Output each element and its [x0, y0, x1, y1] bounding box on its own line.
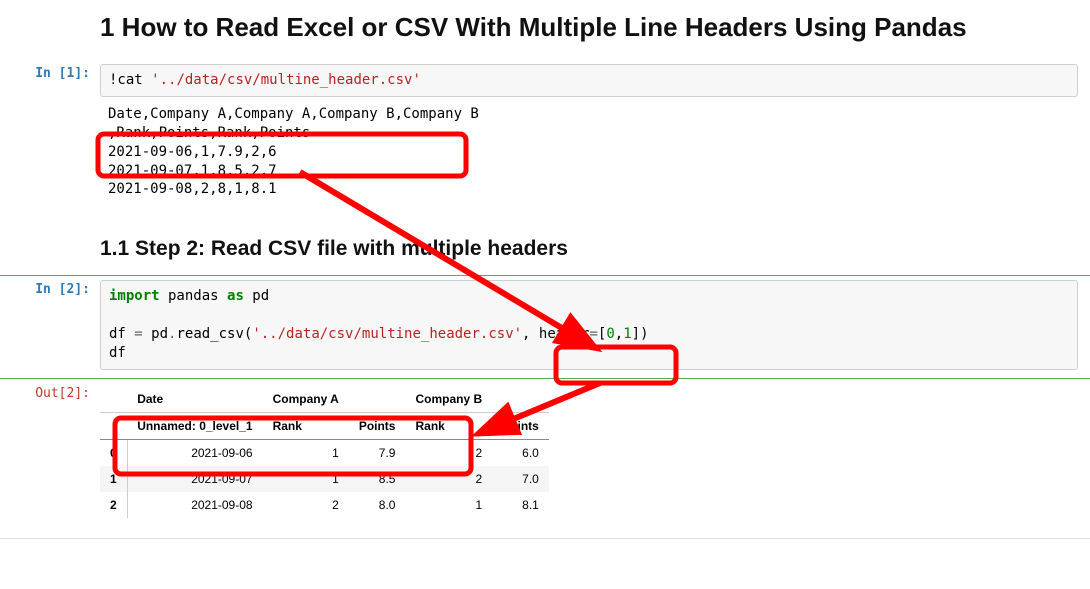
df-top-header: Company A [263, 386, 349, 413]
df-sub-header: Points [492, 412, 549, 439]
prompt-in-2: In [2]: [0, 276, 100, 297]
table-row: 02021-09-0617.926.0 [100, 439, 549, 466]
cell2-code[interactable]: import pandas as pd df = pd.read_csv('..… [100, 280, 1078, 370]
df-top-header [349, 386, 406, 413]
df-sub-header: Rank [263, 412, 349, 439]
df-sub-header: Points [349, 412, 406, 439]
code-cell-1: In [1]: !cat '../data/csv/multine_header… [0, 59, 1090, 209]
df-top-header [492, 386, 549, 413]
cell1-output: Date,Company A,Company A,Company B,Compa… [100, 105, 1078, 209]
df-top-header: Company B [405, 386, 492, 413]
df-cell: 7.9 [349, 439, 406, 466]
table-row: 12021-09-0718.527.0 [100, 466, 549, 492]
prompt-out-2: Out[2]: [0, 380, 100, 401]
df-sub-header [100, 412, 127, 439]
cell1-code[interactable]: !cat '../data/csv/multine_header.csv' [100, 64, 1078, 97]
cell-divider [0, 538, 1090, 539]
table-row: 22021-09-0828.018.1 [100, 492, 549, 518]
output-cell-2: Out[2]: DateCompany A Company B Unnamed: 0… [0, 379, 1090, 522]
page-title: 1 How to Read Excel or CSV With Multiple… [100, 12, 1090, 43]
df-cell: 7.0 [492, 466, 549, 492]
section-title: 1.1 Step 2: Read CSV file with multiple … [100, 237, 1090, 261]
df-row-index: 2 [100, 492, 127, 518]
df-cell: 2 [405, 439, 492, 466]
df-top-header [100, 386, 127, 413]
code-cell-2: In [2]: import pandas as pd df = pd.read… [0, 275, 1090, 379]
df-row-index: 1 [100, 466, 127, 492]
df-cell: 2021-09-07 [127, 466, 262, 492]
df-top-header: Date [127, 386, 262, 413]
df-cell: 1 [263, 439, 349, 466]
df-cell: 6.0 [492, 439, 549, 466]
df-sub-header: Unnamed: 0_level_1 [127, 412, 262, 439]
df-cell: 8.5 [349, 466, 406, 492]
df-cell: 2021-09-06 [127, 439, 262, 466]
prompt-in-1: In [1]: [0, 60, 100, 81]
df-cell: 2021-09-08 [127, 492, 262, 518]
df-cell: 2 [263, 492, 349, 518]
df-row-index: 0 [100, 439, 127, 466]
df-sub-header: Rank [405, 412, 492, 439]
df-cell: 1 [263, 466, 349, 492]
df-cell: 2 [405, 466, 492, 492]
df-cell: 1 [405, 492, 492, 518]
df-cell: 8.1 [492, 492, 549, 518]
df-cell: 8.0 [349, 492, 406, 518]
dataframe-table: DateCompany A Company B Unnamed: 0_level_1… [100, 386, 549, 518]
